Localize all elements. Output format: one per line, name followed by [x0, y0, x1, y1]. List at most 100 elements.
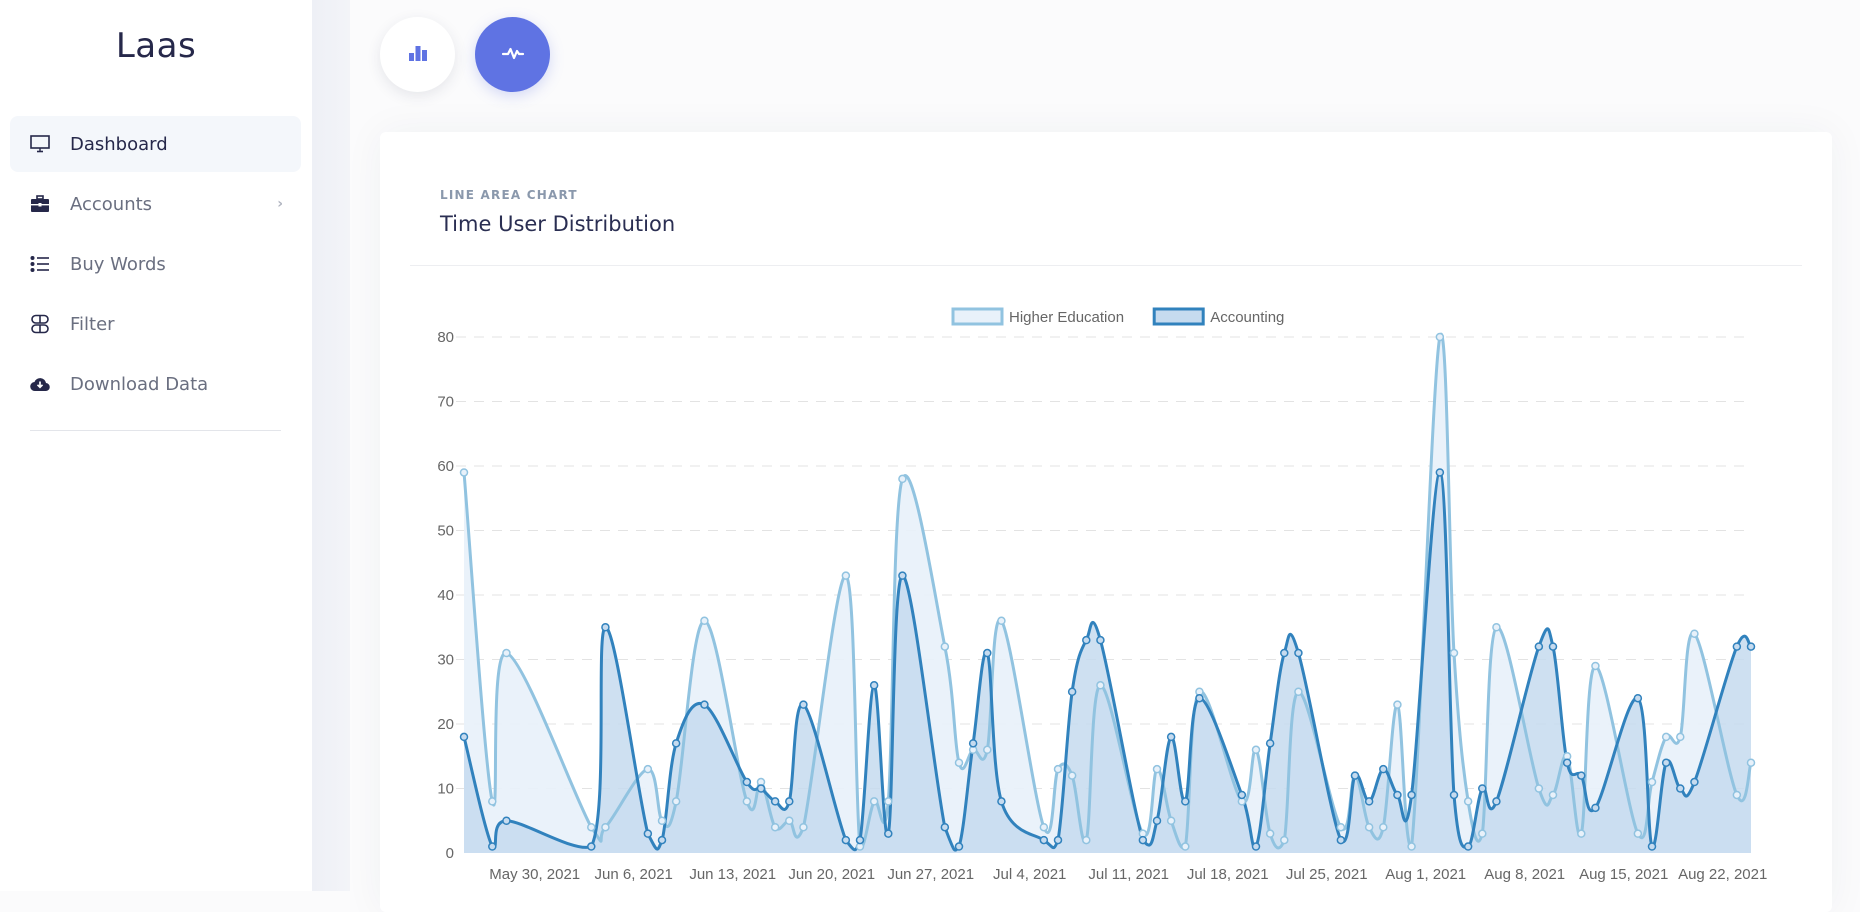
data-point: [983, 648, 992, 658]
data-point: [1562, 758, 1572, 767]
data-point: [1478, 784, 1487, 793]
data-point: [1067, 687, 1077, 696]
data-point: [1591, 803, 1600, 813]
data-point: [1591, 661, 1600, 671]
data-point: [1280, 648, 1289, 658]
data-point: [1690, 777, 1699, 787]
data-point: [983, 745, 992, 755]
x-tick-label: Jun 13, 2021: [689, 866, 776, 883]
data-point: [1379, 764, 1388, 774]
data-point: [1039, 835, 1049, 845]
y-tick-label: 10: [437, 781, 454, 798]
y-tick-label: 0: [446, 845, 454, 862]
data-point: [841, 835, 851, 845]
data-point: [799, 822, 808, 832]
x-tick-label: Jul 4, 2021: [993, 866, 1066, 883]
data-point: [1407, 842, 1416, 851]
data-point: [1294, 687, 1303, 696]
data-point: [700, 700, 709, 709]
data-point: [1661, 732, 1671, 742]
data-point: [643, 764, 653, 774]
data-point: [1534, 642, 1544, 651]
x-tick-label: Jun 6, 2021: [595, 866, 673, 883]
data-point: [799, 700, 808, 709]
data-point: [1676, 784, 1685, 793]
data-point: [657, 835, 667, 845]
data-point: [869, 797, 879, 806]
data-point: [1633, 829, 1643, 838]
y-tick-label: 70: [437, 394, 454, 411]
data-point: [756, 784, 766, 793]
data-point: [855, 835, 865, 845]
data-point: [1676, 732, 1685, 742]
y-tick-label: 20: [437, 716, 454, 733]
legend-item[interactable]: Accounting: [1152, 307, 1284, 326]
x-tick-label: Aug 8, 2021: [1484, 866, 1565, 883]
data-point: [898, 474, 907, 484]
data-point: [1251, 842, 1261, 851]
data-point: [1449, 790, 1459, 800]
data-point: [1181, 842, 1190, 851]
data-point: [1294, 648, 1303, 658]
data-point: [1661, 758, 1671, 767]
data-point: [1280, 835, 1289, 845]
data-point: [841, 571, 851, 580]
data-point: [1082, 635, 1091, 645]
area-chart: 0 10 20 30 40 50 60 70 80 May 30, 2021 Jun 6, 2021…: [437, 307, 1767, 883]
x-tick-label: Jun 20, 2021: [788, 866, 875, 883]
y-tick-label: 30: [437, 652, 454, 669]
legend-item[interactable]: Higher Education: [951, 307, 1124, 326]
data-point: [1096, 681, 1105, 690]
data-point: [671, 797, 681, 806]
data-point: [1548, 790, 1558, 800]
data-point: [742, 777, 752, 787]
data-point: [1379, 822, 1388, 832]
data-point: [1251, 745, 1261, 755]
x-tick-label: Jul 25, 2021: [1286, 866, 1368, 883]
data-point: [1577, 829, 1586, 838]
data-point: [643, 829, 653, 838]
x-tick-label: Jul 11, 2021: [1088, 866, 1169, 883]
data-point: [954, 758, 964, 767]
data-point: [601, 822, 610, 832]
data-point: [1548, 642, 1558, 651]
data-point: [1463, 842, 1473, 851]
data-point: [940, 822, 950, 832]
data-point: [1265, 829, 1275, 838]
legend-label: Higher Education: [1009, 309, 1124, 326]
data-point: [1449, 648, 1459, 658]
data-point: [587, 822, 596, 832]
data-point: [1053, 835, 1063, 845]
data-point: [601, 623, 610, 632]
data-point: [1633, 693, 1643, 703]
x-tick-label: Aug 22, 2021: [1678, 866, 1767, 883]
data-point: [1435, 332, 1445, 342]
data-point: [1492, 797, 1501, 806]
data-point: [1534, 784, 1544, 793]
y-tick-label: 80: [437, 329, 454, 346]
data-point: [1364, 797, 1374, 806]
y-tick-label: 40: [437, 587, 454, 604]
data-point: [1746, 758, 1756, 767]
data-point: [869, 681, 879, 690]
data-point: [898, 571, 907, 580]
data-point: [700, 616, 709, 626]
data-point: [1690, 629, 1699, 638]
data-point: [884, 829, 893, 838]
data-point: [459, 468, 469, 477]
data-point: [1039, 822, 1049, 832]
data-point: [1138, 835, 1148, 845]
data-point: [770, 797, 780, 806]
data-point: [884, 797, 893, 806]
data-point: [1492, 623, 1501, 632]
y-tick-label: 50: [437, 523, 454, 540]
data-point: [1350, 771, 1360, 780]
data-point: [502, 816, 511, 825]
data-point: [785, 816, 794, 825]
data-point: [1407, 790, 1416, 800]
data-point: [488, 797, 497, 806]
data-point: [1096, 635, 1105, 645]
data-point: [954, 842, 964, 851]
data-point: [1265, 739, 1275, 748]
x-tick-label: May 30, 2021: [489, 866, 580, 883]
